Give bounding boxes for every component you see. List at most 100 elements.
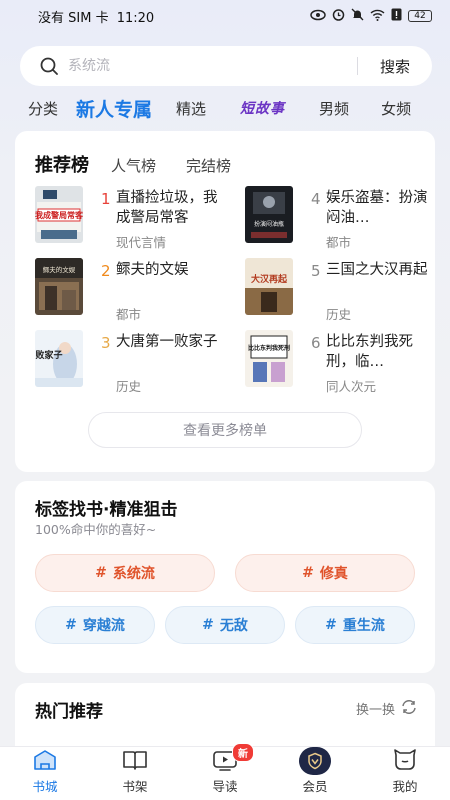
book-cover: 我成警局常客 <box>35 186 83 243</box>
book-genre: 历史 <box>116 379 142 394</box>
tab-popular-ranking[interactable]: 人气榜 <box>111 155 156 176</box>
tab-short-stories[interactable]: 短故事 <box>240 98 285 118</box>
book-title: 直播捡垃圾，我成警局常客 <box>116 190 218 226</box>
hash-icon: # <box>202 617 214 633</box>
search-button[interactable]: 搜索 <box>358 56 432 77</box>
book-cover-title: 大汉再起 <box>251 273 288 285</box>
nav-label: 书城 <box>32 779 58 794</box>
tab-recommended-ranking[interactable]: 推荐榜 <box>35 151 89 177</box>
book-title: 比比东判我死刑，临… <box>326 334 413 370</box>
tag-pill[interactable]: # 无敌 <box>165 606 285 644</box>
tag-label: 重生流 <box>342 618 385 634</box>
book-cover-title: 我成警局常客 <box>35 210 83 220</box>
nav-label: 我的 <box>392 779 418 794</box>
book-cover: 败家子 <box>35 330 83 387</box>
rank-number: 4 <box>311 190 321 208</box>
channel-tabs: 分类 新人专属 精选 短故事 男频 女频 <box>0 94 450 122</box>
ranking-book[interactable]: 败家子 3 大唐第一败家子 历史 <box>35 330 225 394</box>
wifi-icon <box>370 9 385 24</box>
search-input[interactable] <box>68 58 357 74</box>
store-icon <box>31 747 59 773</box>
refresh-icon <box>401 699 417 718</box>
carrier-text: 没有 SIM 卡 <box>38 10 109 26</box>
hash-icon: # <box>325 617 337 633</box>
book-cover: 大汉再起 <box>245 258 293 315</box>
nav-store[interactable]: 书城 <box>0 747 90 800</box>
tag-pill[interactable]: # 修真 <box>235 554 415 592</box>
tags-card: 标签找书·精准狙击 100%命中你的喜好~ # 系统流 # 修真 # 穿越流 #… <box>15 481 435 673</box>
sim-alert-icon <box>391 8 402 24</box>
ranking-book[interactable]: 我成警局常客 1 直播捡垃圾，我成警局常客 现代言情 <box>35 186 225 250</box>
book-cover-title: 比比东判我死刑 <box>248 344 290 352</box>
profile-icon <box>391 747 419 773</box>
book-cover-title: 鳏夫的文娱 <box>43 265 76 274</box>
tag-pill[interactable]: # 重生流 <box>295 606 415 644</box>
book-cover: 比比东判我死刑 <box>245 330 293 387</box>
book-genre: 历史 <box>326 307 352 322</box>
book-title: 三国之大汉再起 <box>326 262 428 278</box>
book-title: 鳏夫的文娱 <box>116 262 189 278</box>
rank-number: 2 <box>101 262 111 280</box>
rank-number: 1 <box>101 190 111 208</box>
book-cover: 鳏夫的文娱 <box>35 258 83 315</box>
hash-icon: # <box>95 565 107 581</box>
refresh-label: 换一换 <box>355 703 395 718</box>
ranking-card: 推荐榜 人气榜 完结榜 我成警局常客 1 直播捡垃圾，我成警局常客 现代言情 鳏… <box>15 131 435 472</box>
search-icon <box>30 46 68 86</box>
tags-subtitle: 100%命中你的喜好~ <box>35 522 157 537</box>
tab-newcomer[interactable]: 新人专属 <box>76 95 152 122</box>
ranking-book[interactable]: 大汉再起 5 三国之大汉再起 历史 <box>245 258 435 322</box>
hash-icon: # <box>302 565 314 581</box>
rank-number: 3 <box>101 334 111 352</box>
nav-bookshelf[interactable]: 书架 <box>90 747 180 800</box>
book-genre: 现代言情 <box>116 235 167 250</box>
nav-vip[interactable]: 会员 <box>270 747 360 800</box>
bottom-nav: 书城 书架 新 导读 会员 我的 <box>0 743 450 800</box>
tag-label: 穿越流 <box>82 618 125 634</box>
tags-title: 标签找书·精准狙击 <box>35 500 178 520</box>
ranking-book[interactable]: 扮演闷油瓶 4 娱乐盗墓：扮演闷油… 都市 <box>245 186 435 250</box>
book-genre: 都市 <box>326 235 352 250</box>
tab-featured[interactable]: 精选 <box>176 98 206 119</box>
nav-profile[interactable]: 我的 <box>360 747 450 800</box>
nav-label: 书架 <box>122 779 148 794</box>
nav-label: 导读 <box>212 779 238 794</box>
tab-female[interactable]: 女频 <box>381 98 411 119</box>
mute-icon <box>351 8 364 24</box>
vip-icon <box>299 747 331 775</box>
book-title: 娱乐盗墓：扮演闷油… <box>326 190 428 226</box>
tab-male[interactable]: 男频 <box>319 98 349 119</box>
tag-pill[interactable]: # 穿越流 <box>35 606 155 644</box>
more-rankings-button[interactable]: 查看更多榜单 <box>88 412 362 448</box>
tag-pill[interactable]: # 系统流 <box>35 554 215 592</box>
alarm-icon <box>332 8 345 24</box>
ranking-tabs: 推荐榜 人气榜 完结榜 <box>35 151 261 177</box>
book-cover-title: 扮演闷油瓶 <box>254 220 284 228</box>
tag-label: 无敌 <box>219 618 248 634</box>
book-cover-title: 败家子 <box>35 349 62 361</box>
hot-recommend-title: 热门推荐 <box>35 702 103 722</box>
book-genre: 同人次元 <box>326 379 377 394</box>
rank-number: 5 <box>311 262 321 280</box>
ranking-book[interactable]: 比比东判我死刑 6 比比东判我死刑，临… 同人次元 <box>245 330 435 394</box>
book-title: 大唐第一败家子 <box>116 334 218 350</box>
clock: 11:20 <box>116 10 155 26</box>
tag-label: 修真 <box>319 566 348 582</box>
status-bar: 没有 SIM 卡 11:20 42 <box>0 0 450 32</box>
ranking-book[interactable]: 鳏夫的文娱 2 鳏夫的文娱 都市 <box>35 258 225 322</box>
hash-icon: # <box>65 617 77 633</box>
bookshelf-icon <box>121 747 149 773</box>
rank-number: 6 <box>311 334 321 352</box>
tab-completed-ranking[interactable]: 完结榜 <box>186 155 231 176</box>
nav-label: 会员 <box>302 779 328 794</box>
battery-icon: 42 <box>408 10 432 22</box>
eye-icon <box>310 9 326 24</box>
book-genre: 都市 <box>116 307 142 322</box>
tab-category[interactable]: 分类 <box>28 98 58 119</box>
nav-guide[interactable]: 新 导读 <box>180 743 270 800</box>
book-cover: 扮演闷油瓶 <box>245 186 293 243</box>
search-bar[interactable]: 搜索 <box>20 46 432 86</box>
tag-label: 系统流 <box>112 566 155 582</box>
new-badge: 新 <box>232 743 254 762</box>
refresh-button[interactable]: 换一换 <box>356 699 417 718</box>
